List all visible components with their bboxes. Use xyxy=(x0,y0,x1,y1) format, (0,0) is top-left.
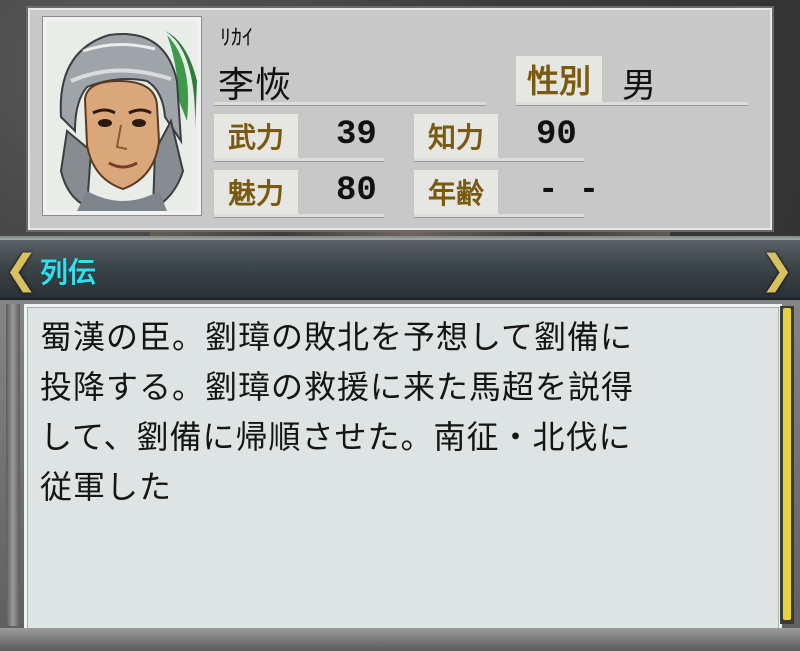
biography-text: 蜀漢の臣。劉璋の敗北を予想して劉備に 投降する。劉璋の救援に来た馬超を説得 して… xyxy=(40,312,766,512)
biography-line: 従軍した xyxy=(40,468,173,506)
stat-label-age: 年齢 xyxy=(414,170,498,214)
stat-label-intelligence: 知力 xyxy=(414,114,498,158)
stat-label-war: 武力 xyxy=(214,114,298,158)
bottom-rail xyxy=(0,628,800,651)
stat-value-intelligence: 90 xyxy=(536,116,577,154)
stat-underline-age xyxy=(414,214,584,218)
chevron-right-icon[interactable]: ❯ xyxy=(760,250,794,290)
name-underline xyxy=(214,102,486,106)
officer-portrait xyxy=(47,21,197,211)
chevron-left-icon[interactable]: ❮ xyxy=(4,250,38,290)
biography-header xyxy=(0,238,800,300)
biography-line: 投降する。劉璋の救援に来た馬超を説得 xyxy=(40,368,635,406)
stat-underline-charisma xyxy=(214,214,384,218)
stat-underline-war xyxy=(214,158,384,162)
officer-name-reading: ﾘｶｲ xyxy=(220,26,254,51)
stat-label-charisma: 魅力 xyxy=(214,170,298,214)
profile-card: ﾘｶｲ 李恢 性別 男 武力 39 知力 90 魅力 80 年齢 - - xyxy=(28,8,772,230)
officer-name: 李恢 xyxy=(218,65,293,106)
stat-value-age: - - xyxy=(538,172,600,210)
stat-value-charisma: 80 xyxy=(336,172,377,210)
stat-underline-intelligence xyxy=(414,158,584,162)
stat-value-war: 39 xyxy=(336,116,377,154)
biography-line: 蜀漢の臣。劉璋の敗北を予想して劉備に xyxy=(40,318,634,356)
scrollbar-thumb[interactable] xyxy=(783,308,791,620)
biography-title: 列伝 xyxy=(40,256,97,289)
gender-label: 性別 xyxy=(516,56,602,102)
gender-value: 男 xyxy=(622,66,656,106)
gender-underline xyxy=(516,102,748,106)
portrait-frame xyxy=(42,16,202,216)
biography-line: して、劉備に帰順させた。南征・北伐に xyxy=(40,418,632,456)
left-rail xyxy=(6,304,20,626)
